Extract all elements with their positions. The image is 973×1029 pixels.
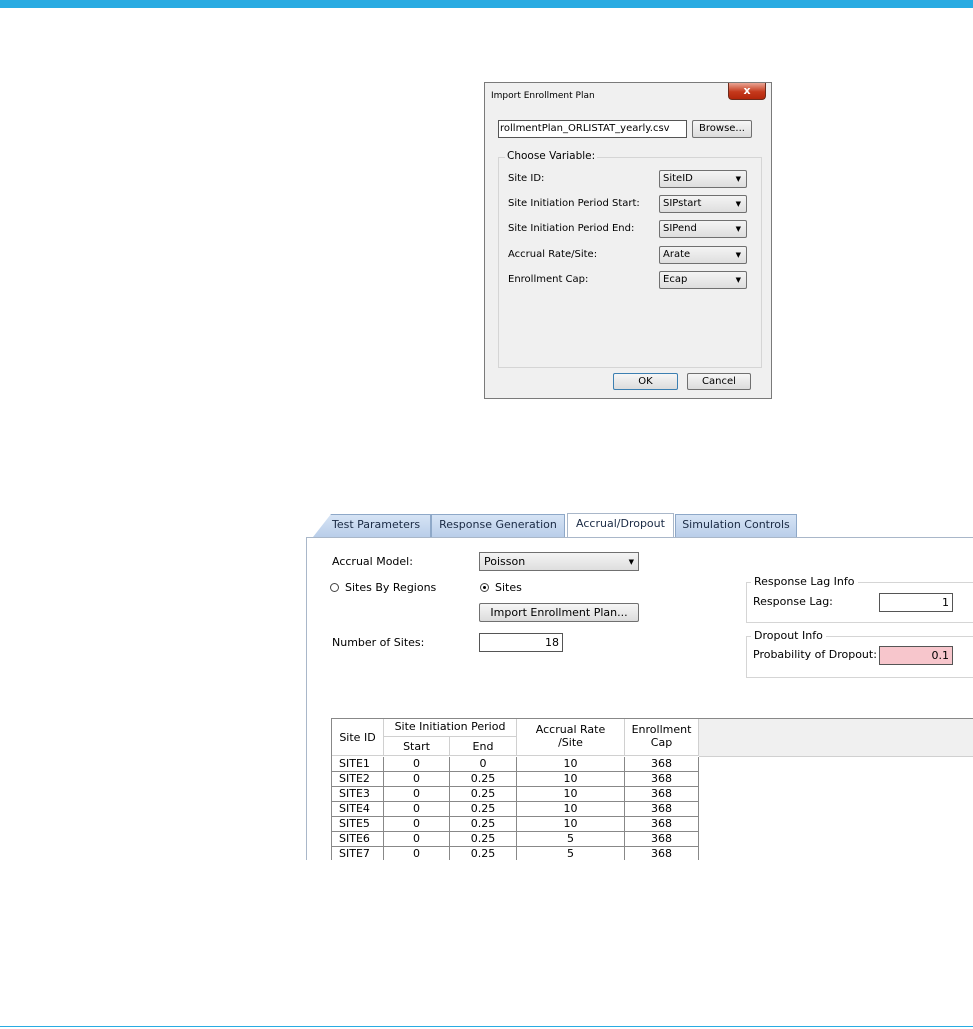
ok-button[interactable]: OK	[613, 373, 678, 390]
table-cell[interactable]: 368	[625, 757, 699, 772]
table-cell[interactable]: 0.25	[450, 817, 517, 832]
chevron-down-icon: ▼	[735, 175, 741, 183]
sites-by-regions-label: Sites By Regions	[345, 581, 437, 594]
site-id-select[interactable]: SiteID ▼	[659, 170, 747, 188]
table-cell[interactable]: 10	[517, 757, 625, 772]
dropout-probability-label: Probability of Dropout:	[753, 648, 877, 661]
table-cell[interactable]: 0	[384, 757, 450, 772]
bottom-accent-line	[0, 1026, 973, 1027]
chevron-down-icon: ▼	[628, 558, 634, 566]
dropout-group-label: Dropout Info	[751, 629, 826, 642]
table-cell[interactable]: 5	[517, 832, 625, 847]
table-cell[interactable]: SITE6	[332, 832, 384, 847]
table-cell[interactable]: 10	[517, 802, 625, 817]
table-cell[interactable]: SITE5	[332, 817, 384, 832]
chevron-down-icon: ▼	[735, 276, 741, 284]
chevron-down-icon: ▼	[735, 251, 741, 259]
table-cell[interactable]: 0	[450, 757, 517, 772]
import-enrollment-dialog: Import Enrollment Plan x rollmentPlan_OR…	[484, 82, 772, 399]
table-cell[interactable]: 0	[384, 802, 450, 817]
table-cell[interactable]: 368	[625, 802, 699, 817]
sites-radio[interactable]	[480, 583, 489, 592]
header-site-initiation-period: Site Initiation Period	[384, 719, 517, 737]
header-start: Start	[384, 737, 450, 756]
table-cell[interactable]: 10	[517, 772, 625, 787]
browse-button[interactable]: Browse...	[692, 120, 752, 138]
accrual-rate-label: Accrual Rate/Site:	[508, 249, 598, 260]
table-cell[interactable]: 368	[625, 787, 699, 802]
table-cell[interactable]: 0	[384, 787, 450, 802]
accrual-model-select[interactable]: Poisson ▼	[479, 552, 639, 571]
sip-end-select[interactable]: SIPend ▼	[659, 220, 747, 238]
number-of-sites-input[interactable]: 18	[479, 633, 563, 652]
sites-label: Sites	[495, 581, 522, 594]
sip-start-select[interactable]: SIPstart ▼	[659, 195, 747, 213]
tab-simulation-controls[interactable]: Simulation Controls	[675, 514, 797, 537]
panel-border	[306, 537, 973, 538]
dropout-probability-input[interactable]: 0.1	[879, 646, 953, 665]
header-enrollment-cap: Enrollment Cap	[625, 719, 699, 756]
enrollment-cap-label: Enrollment Cap:	[508, 274, 589, 285]
file-path-input[interactable]: rollmentPlan_ORLISTAT_yearly.csv	[498, 120, 687, 138]
accrual-rate-select[interactable]: Arate ▼	[659, 246, 747, 264]
table-cell[interactable]: SITE2	[332, 772, 384, 787]
chevron-down-icon: ▼	[735, 225, 741, 233]
header-end: End	[450, 737, 517, 756]
table-cell[interactable]: SITE7	[332, 847, 384, 860]
close-icon[interactable]: x	[728, 83, 766, 100]
table-cell[interactable]: 5	[517, 847, 625, 860]
table-cell[interactable]: SITE1	[332, 757, 384, 772]
table-cell[interactable]: 368	[625, 817, 699, 832]
table-cell[interactable]: 0	[384, 832, 450, 847]
response-lag-input[interactable]: 1	[879, 593, 953, 612]
table-cell[interactable]: 0.25	[450, 772, 517, 787]
table-cell[interactable]: 0.25	[450, 787, 517, 802]
panel-border-left	[306, 537, 307, 860]
sites-table: Site ID Site Initiation Period Start End…	[331, 718, 973, 860]
table-cell[interactable]: 368	[625, 772, 699, 787]
table-cell[interactable]: 10	[517, 787, 625, 802]
tab-accrual-dropout[interactable]: Accrual/Dropout	[567, 513, 674, 538]
table-cell[interactable]: SITE4	[332, 802, 384, 817]
table-cell[interactable]: 0	[384, 772, 450, 787]
number-of-sites-label: Number of Sites:	[332, 636, 425, 649]
table-cell[interactable]: 0.25	[450, 832, 517, 847]
header-site-id: Site ID	[332, 719, 384, 756]
sip-start-label: Site Initiation Period Start:	[508, 198, 640, 209]
choose-variable-label: Choose Variable:	[505, 150, 598, 162]
tab-test-parameters[interactable]: Test Parameters	[313, 514, 431, 537]
table-header-filler	[699, 719, 973, 757]
response-lag-group-label: Response Lag Info	[751, 575, 858, 588]
response-lag-label: Response Lag:	[753, 595, 833, 608]
tab-response-generation[interactable]: Response Generation	[431, 514, 565, 537]
cancel-button[interactable]: Cancel	[687, 373, 751, 390]
top-accent-bar	[0, 0, 973, 8]
table-cell[interactable]: 0	[384, 817, 450, 832]
table-cell[interactable]: 368	[625, 847, 699, 860]
enrollment-cap-select[interactable]: Ecap ▼	[659, 271, 747, 289]
table-cell[interactable]: 0.25	[450, 847, 517, 860]
chevron-down-icon: ▼	[735, 200, 741, 208]
table-cell[interactable]: 0	[384, 847, 450, 860]
table-cell[interactable]: 368	[625, 832, 699, 847]
table-cell[interactable]: 0.25	[450, 802, 517, 817]
accrual-model-label: Accrual Model:	[332, 555, 413, 568]
sites-by-regions-radio[interactable]	[330, 583, 339, 592]
table-cell[interactable]: 10	[517, 817, 625, 832]
header-accrual-rate: Accrual Rate/Site	[517, 719, 625, 756]
table-cell[interactable]: SITE3	[332, 787, 384, 802]
import-enrollment-plan-button[interactable]: Import Enrollment Plan...	[479, 603, 639, 622]
sip-end-label: Site Initiation Period End:	[508, 223, 635, 234]
site-id-label: Site ID:	[508, 173, 545, 184]
dialog-title: Import Enrollment Plan	[491, 91, 595, 101]
